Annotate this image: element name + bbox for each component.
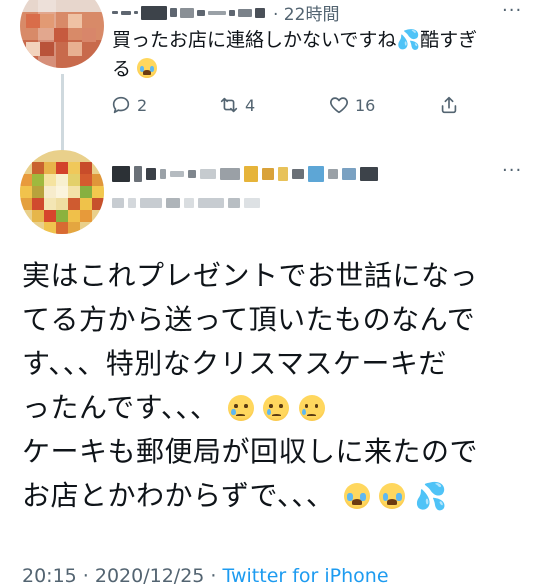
timestamp-text[interactable]: 20:15 · 2020/12/25 · xyxy=(22,565,223,587)
source-link[interactable]: Twitter for iPhone xyxy=(223,565,389,587)
main-text-line-3: す、、、特別なクリスマスケーキだ xyxy=(22,347,447,380)
main-text-line-2: てる方から送って頂いたものなんで xyxy=(22,303,476,336)
share-button[interactable] xyxy=(438,94,460,116)
main-author-name-redacted[interactable] xyxy=(112,166,378,182)
main-author-handle-redacted[interactable] xyxy=(112,198,260,208)
main-text-line-6-wrap: お店とかわからずで、、、 💦 xyxy=(22,474,532,519)
main-avatar[interactable] xyxy=(20,150,104,234)
crying-face-emoji xyxy=(298,395,325,421)
retweet-count: 4 xyxy=(245,95,256,115)
main-text-line-4-wrap: ったんです、、、 xyxy=(22,386,532,430)
loudly-crying-face-emoji xyxy=(137,58,158,78)
retweet-icon xyxy=(220,97,238,113)
main-text-line-1: 実はこれプレゼントでお世話になっ xyxy=(22,259,479,292)
reply-more-icon[interactable]: ··· xyxy=(502,0,522,21)
loudly-crying-face-emoji xyxy=(343,483,370,509)
retweet-button[interactable]: 4 xyxy=(218,94,255,116)
main-text-line-5: ケーキも郵便局が回収しに来たので xyxy=(22,435,479,468)
heart-icon xyxy=(330,97,348,114)
reply-author-name-redacted xyxy=(112,5,265,20)
reply-avatar[interactable] xyxy=(20,0,104,68)
reply-action-bar: 2 4 16 xyxy=(110,92,530,118)
reply-text-part3: る xyxy=(112,58,132,80)
sweat-emoji: 💦 xyxy=(396,29,421,51)
tweet-timestamp[interactable]: 20:15 · 2020/12/25 · Twitter for iPhone xyxy=(22,565,389,587)
comment-icon xyxy=(112,96,130,114)
reply-author-meta[interactable]: · 22時間 xyxy=(112,0,339,25)
crying-face-emoji xyxy=(263,395,290,421)
reply-count: 2 xyxy=(137,95,148,115)
reply-text-part1: 買ったお店に連絡しかないですね xyxy=(112,29,397,51)
like-count: 16 xyxy=(355,95,376,115)
main-text-line-6: お店とかわからずで、、、 xyxy=(22,479,335,512)
thread-connector-line xyxy=(61,74,64,152)
main-tweet-text: 実はこれプレゼントでお世話になっ てる方から送って頂いたものなんで す、、、特別… xyxy=(22,254,532,519)
like-button[interactable]: 16 xyxy=(328,94,375,116)
share-icon xyxy=(441,96,457,114)
crying-face-emoji xyxy=(227,395,254,421)
reply-text-part2: 酷すぎ xyxy=(420,29,478,51)
loudly-crying-face-emoji xyxy=(379,483,406,509)
reply-timestamp[interactable]: · 22時間 xyxy=(273,0,339,25)
tweet-thread: · 22時間 ··· 買ったお店に連絡しかないですね💦酷すぎ る 2 4 16 xyxy=(0,0,550,587)
sweat-emoji: 💦 xyxy=(414,482,448,512)
reply-button[interactable]: 2 xyxy=(110,94,147,116)
reply-text: 買ったお店に連絡しかないですね💦酷すぎ る xyxy=(112,26,532,84)
main-text-line-4: ったんです、、、 xyxy=(22,391,219,424)
main-more-icon[interactable]: ··· xyxy=(502,160,522,181)
